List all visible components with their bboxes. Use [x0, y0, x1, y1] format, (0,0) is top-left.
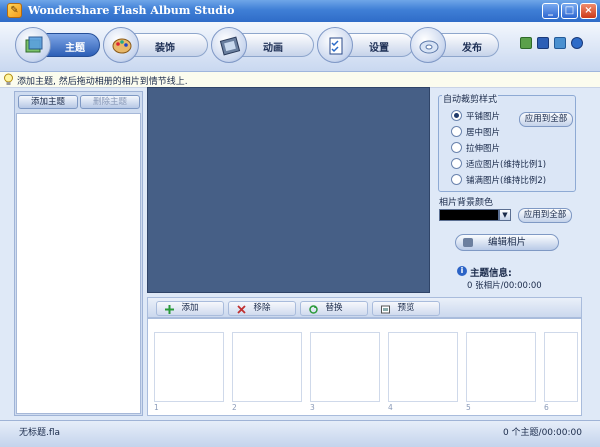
- slot-number: 6: [544, 403, 549, 412]
- title-bar: ✎ Wondershare Flash Album Studio _ □ ×: [0, 0, 600, 22]
- photo-slot-5[interactable]: [466, 332, 536, 402]
- remove-photo-label: 移除: [253, 303, 271, 313]
- delete-theme-button[interactable]: 删除主题: [80, 95, 140, 109]
- background-color-swatch[interactable]: [439, 209, 499, 221]
- palette-icon[interactable]: [103, 27, 139, 63]
- theme-list[interactable]: [16, 113, 141, 414]
- storyline-toolbar: 添加 移除 替换 预览: [147, 297, 582, 318]
- settings-checklist-icon[interactable]: [317, 27, 353, 63]
- photo-slot-3[interactable]: [310, 332, 380, 402]
- crop-option-radio-3[interactable]: [451, 158, 462, 169]
- photo-slot-2[interactable]: [232, 332, 302, 402]
- info-icon: i: [457, 266, 467, 276]
- app-logo-icon: ✎: [7, 3, 22, 18]
- theme-info-title: 主题信息:: [470, 268, 512, 279]
- file-name-status: 无标题.fla: [19, 428, 61, 438]
- tab-publish-label: 发布: [462, 43, 482, 54]
- crop-option-label-0: 平铺图片: [466, 112, 501, 122]
- slot-number: 3: [310, 403, 315, 412]
- theme-info-value: 0 张相片/00:00:00: [467, 281, 542, 291]
- theme-tab-icon[interactable]: [15, 27, 51, 63]
- tab-settings-label: 设置: [369, 43, 389, 54]
- add-theme-button[interactable]: 添加主题: [18, 95, 78, 109]
- window-title: Wondershare Flash Album Studio: [28, 4, 235, 17]
- background-apply-all-button[interactable]: 应用到全部: [518, 208, 572, 223]
- photo-slot-1[interactable]: [154, 332, 224, 402]
- main-navigation: 主题 装饰 动画 设置 发布: [0, 22, 600, 72]
- tab-theme-label: 主题: [65, 43, 85, 54]
- tab-decoration-label: 装饰: [155, 43, 175, 54]
- crop-option-label-3: 适应图片(维持比例1): [466, 160, 547, 170]
- crop-option-label-2: 拉伸图片: [466, 144, 501, 154]
- camera-icon: [463, 238, 473, 247]
- slot-number: 1: [154, 403, 159, 412]
- crop-apply-all-button[interactable]: 应用到全部: [519, 112, 573, 127]
- publish-disc-icon[interactable]: [410, 27, 446, 63]
- preview-icon: [381, 305, 390, 314]
- minimize-button[interactable]: _: [542, 3, 559, 19]
- crop-option-label-4: 铺满图片(维持比例2): [466, 176, 547, 186]
- hint-text: 添加主题, 然后拖动相册的相片到情节线上.: [17, 77, 188, 87]
- remove-x-icon: [237, 305, 246, 314]
- hint-bar: 添加主题, 然后拖动相册的相片到情节线上.: [0, 72, 600, 88]
- theme-panel: 添加主题 删除主题: [14, 91, 143, 416]
- new-project-icon[interactable]: [520, 37, 532, 49]
- plus-icon: [165, 305, 174, 314]
- export-icon[interactable]: [554, 37, 566, 49]
- replace-icon: [309, 305, 318, 314]
- status-bar: 无标题.fla 0 个主题/00:00:00: [0, 420, 600, 447]
- photo-preview: [147, 87, 430, 293]
- replace-photo-button[interactable]: 替换: [300, 301, 368, 316]
- edit-photo-button[interactable]: 编辑相片: [455, 234, 559, 251]
- add-photo-label: 添加: [181, 303, 199, 313]
- crop-option-radio-0[interactable]: [451, 110, 462, 121]
- slot-number: 4: [388, 403, 393, 412]
- remove-photo-button[interactable]: 移除: [228, 301, 296, 316]
- crop-option-radio-2[interactable]: [451, 142, 462, 153]
- save-icon[interactable]: [537, 37, 549, 49]
- slot-number: 2: [232, 403, 237, 412]
- settings-panel: 平铺图片 居中图片 拉伸图片 适应图片(维持比例1) 铺满图片(维持比例2) 应…: [430, 87, 582, 295]
- maximize-button[interactable]: □: [561, 3, 578, 19]
- add-photo-button[interactable]: 添加: [156, 301, 224, 316]
- film-strip-icon[interactable]: [211, 27, 247, 63]
- chevron-down-icon[interactable]: ▼: [499, 209, 511, 221]
- crop-option-label-1: 居中图片: [466, 128, 501, 138]
- background-color-label: 相片背景颜色: [439, 198, 494, 208]
- crop-option-radio-1[interactable]: [451, 126, 462, 137]
- slot-number: 5: [466, 403, 471, 412]
- crop-style-title: 自动裁剪样式: [442, 92, 499, 105]
- crop-style-group: 平铺图片 居中图片 拉伸图片 适应图片(维持比例1) 铺满图片(维持比例2) 应…: [438, 95, 576, 192]
- tab-animation-label: 动画: [263, 43, 283, 54]
- crop-option-radio-4[interactable]: [451, 174, 462, 185]
- photo-slot-4[interactable]: [388, 332, 458, 402]
- lightbulb-icon: [4, 73, 13, 85]
- help-icon[interactable]: [571, 37, 583, 49]
- preview-button[interactable]: 预览: [372, 301, 440, 316]
- edit-photo-label: 编辑相片: [487, 237, 526, 248]
- photo-slot-6[interactable]: [544, 332, 578, 402]
- close-button[interactable]: ×: [580, 3, 597, 19]
- storyline-strip: 1 2 3 4 5 6: [147, 318, 582, 416]
- theme-count-status: 0 个主题/00:00:00: [502, 428, 582, 438]
- replace-photo-label: 替换: [325, 303, 343, 313]
- preview-label: 预览: [397, 303, 415, 313]
